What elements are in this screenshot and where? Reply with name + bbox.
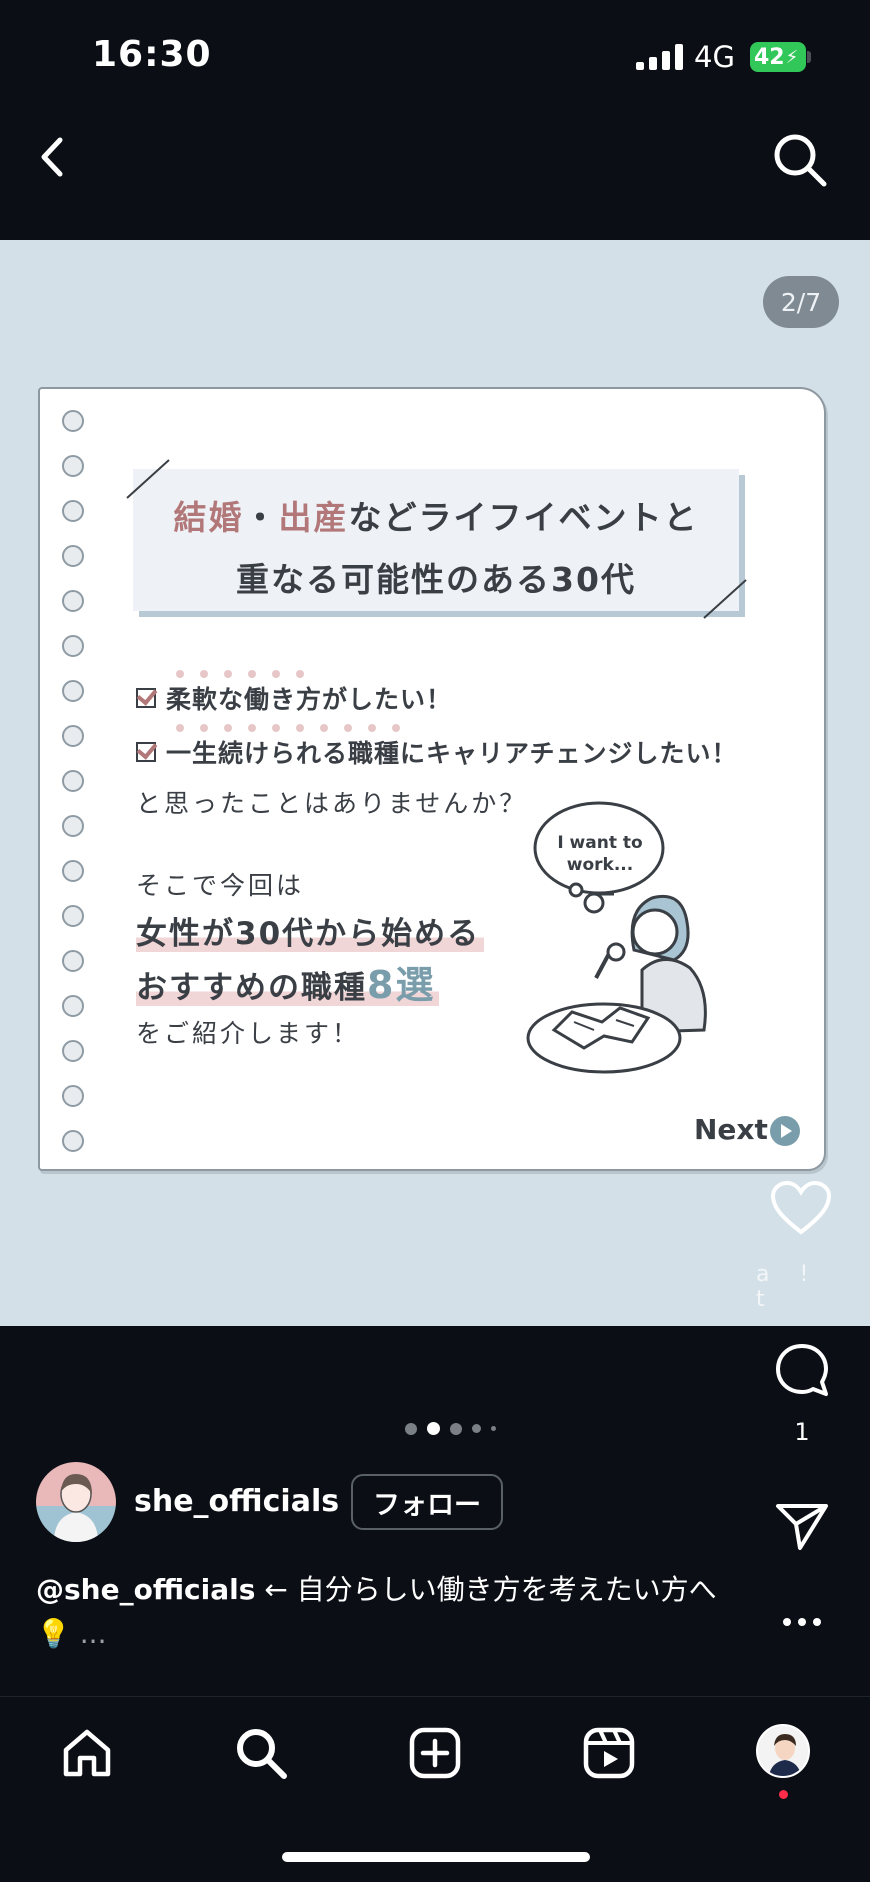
nav-create[interactable] [408, 1726, 462, 1784]
binder-ring [62, 680, 84, 702]
search-icon [774, 134, 827, 187]
corner-slash-bottom [703, 579, 747, 619]
headline-1-text: 女性が30代から始める [136, 916, 485, 952]
intro-text: そこで今回は [136, 871, 305, 900]
headline-2-text: おすすめの職種 [136, 970, 367, 1006]
checkbox-icon [136, 742, 156, 762]
binder-ring [62, 905, 84, 927]
binder-ring [62, 635, 84, 657]
headline-1: 女性が30代から始める [136, 908, 485, 953]
battery-cap [807, 51, 811, 63]
title-rest: などライフイベントと [348, 498, 699, 537]
chevron-left-icon [41, 137, 63, 177]
check-item-1: 柔軟な働き方がしたい！ [136, 680, 452, 716]
page-indicator: 2/7 [763, 276, 839, 328]
check-text-2: 一生続けられる職種にキャリアチェンジしたい！ [166, 739, 738, 768]
faint-overlay-text: a! t [756, 1262, 839, 1312]
ellipsis-icon [783, 1618, 821, 1626]
caption-handle[interactable]: @she_officials [36, 1573, 255, 1606]
status-time: 16:30 [92, 34, 212, 75]
binder-ring [62, 455, 84, 477]
avatar-portrait-icon [54, 1474, 98, 1542]
nav-profile[interactable] [756, 1724, 810, 1778]
home-indicator [282, 1852, 590, 1862]
battery-level: 42 [754, 44, 785, 70]
author-username[interactable]: she_officials [134, 1484, 339, 1519]
binder-ring [62, 590, 84, 612]
nav-reels[interactable] [582, 1726, 636, 1784]
more-options-button[interactable] [782, 1612, 822, 1631]
carousel-dots [405, 1422, 496, 1435]
corner-slash-top [126, 459, 170, 499]
checkbox-icon [136, 688, 156, 708]
author-avatar[interactable] [36, 1462, 116, 1542]
binder-ring [62, 1040, 84, 1062]
next-arrow-icon [770, 1116, 800, 1146]
binder-ring [62, 995, 84, 1017]
nav-home[interactable] [60, 1726, 114, 1784]
title-line-2: 重なる可能性のある30代 [236, 560, 636, 599]
binder-ring [62, 815, 84, 837]
headline-2: おすすめの職種8選 [136, 954, 440, 1009]
title-line-1: 結婚・出産などライフイベントと [133, 491, 739, 539]
binder-ring [62, 950, 84, 972]
title-birth: 出産 [278, 498, 349, 537]
binder-ring [62, 1130, 84, 1152]
home-icon [63, 1729, 111, 1777]
check-item-2: 一生続けられる職種にキャリアチェンジしたい！ [136, 734, 738, 770]
dots-decoration [176, 670, 304, 678]
like-button[interactable] [770, 1180, 832, 1240]
plus-square-icon [409, 1727, 461, 1779]
network-type: 4G [694, 40, 735, 74]
search-icon [237, 1729, 287, 1779]
nav-search[interactable] [234, 1726, 288, 1784]
title-marriage: 結婚 [173, 498, 244, 537]
back-button[interactable] [36, 134, 68, 184]
reels-icon [583, 1727, 635, 1779]
title-sep: ・ [243, 498, 279, 537]
binder-ring [62, 1085, 84, 1107]
outro-text: をご紹介します！ [136, 1019, 361, 1048]
check-text-1: 柔軟な働き方がしたい！ [166, 685, 453, 714]
binder-ring [62, 410, 84, 432]
comment-count: 1 [794, 1418, 810, 1446]
comment-button[interactable] [774, 1342, 830, 1402]
signal-icon [636, 44, 683, 70]
speech-bubble-text: I want to work... [548, 832, 652, 876]
caption[interactable]: @she_officials ← 自分らしい働き方を考えたい方へ💡 ... [36, 1568, 736, 1656]
title-box: 結婚・出産などライフイベントと 重なる可能性のある30代 [133, 469, 739, 611]
heart-icon [770, 1180, 832, 1235]
follow-button[interactable]: フォロー [351, 1474, 503, 1530]
dots-decoration [176, 724, 400, 732]
share-button[interactable] [774, 1500, 830, 1556]
headline-2-number: 8選 [367, 963, 436, 1007]
bubble-line-1: I want to [557, 833, 643, 853]
search-button[interactable] [772, 132, 828, 192]
binder-ring [62, 500, 84, 522]
next-label: Next [694, 1113, 768, 1146]
caption-more[interactable]: ... [71, 1617, 107, 1650]
battery-icon: 42 ⚡ [750, 42, 806, 72]
binder-ring [62, 860, 84, 882]
question-text: と思ったことはありませんか？ [136, 789, 528, 818]
send-icon [776, 1504, 828, 1550]
binder-ring [62, 770, 84, 792]
notification-dot [779, 1790, 788, 1799]
binder-ring [62, 725, 84, 747]
comment-icon [776, 1344, 828, 1396]
binder-ring [62, 545, 84, 567]
bubble-line-2: work... [566, 855, 634, 875]
